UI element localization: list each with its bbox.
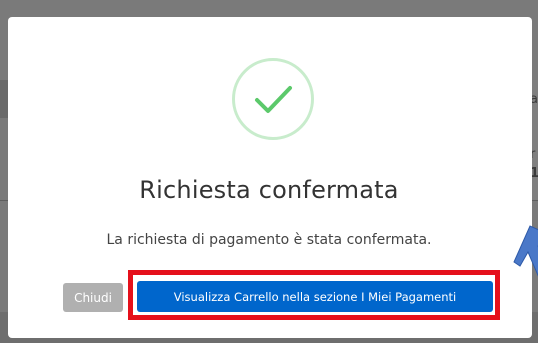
dialog-message: La richiesta di pagamento è stata confer… <box>106 232 432 248</box>
pointer-arrow-icon <box>513 225 538 277</box>
checkmark-icon <box>255 86 292 113</box>
highlight-box <box>128 270 500 320</box>
check-circle-icon <box>232 58 314 140</box>
close-button[interactable]: Chiudi <box>63 283 123 312</box>
dialog-title: Richiesta confermata <box>139 176 399 204</box>
screen: a r 1 Richiesta confermata La richiesta … <box>0 0 538 343</box>
